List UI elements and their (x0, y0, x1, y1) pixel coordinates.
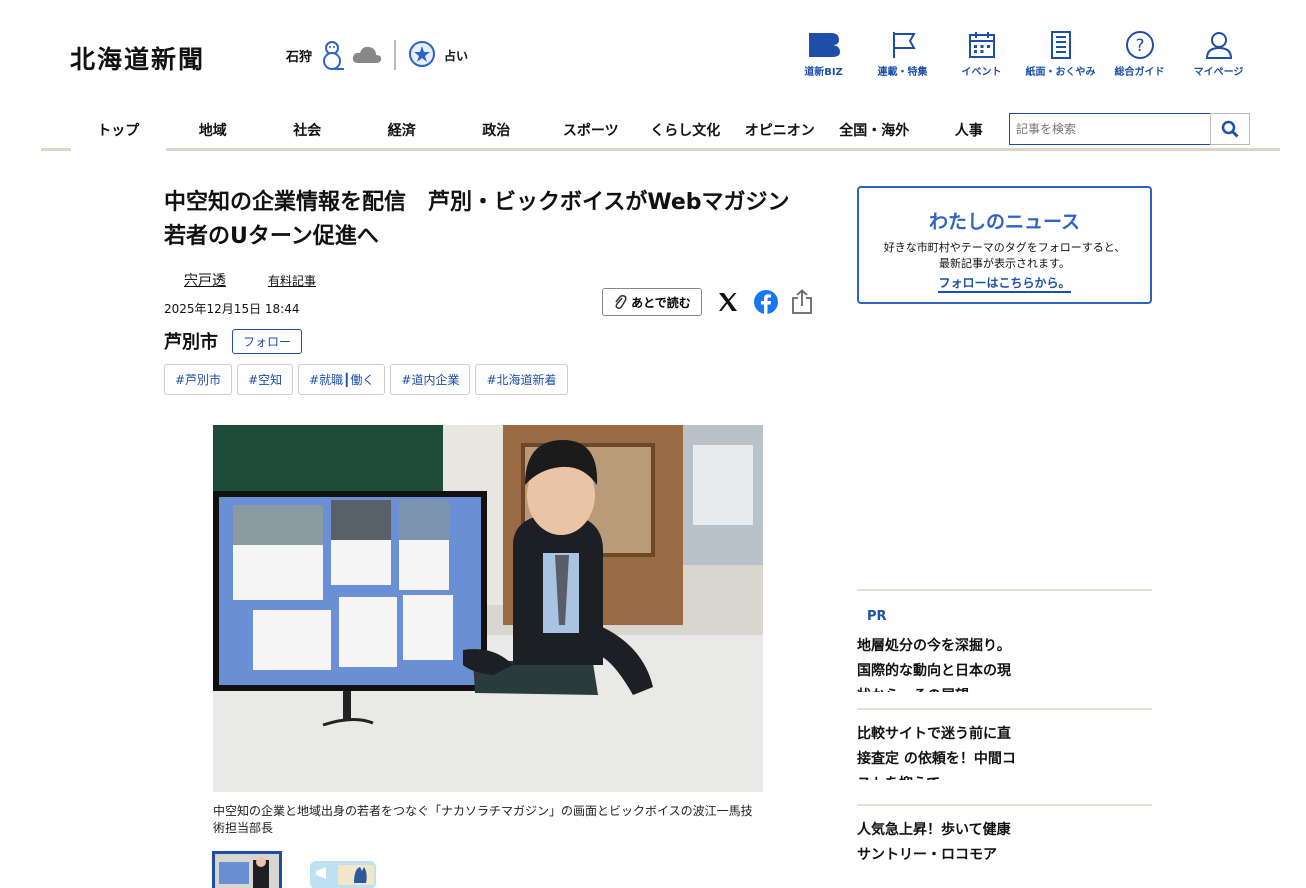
main-nav: トップ 地域 社会 経済 政治 スポーツ くらし文化 オピニオン 全国・海外 人… (41, 112, 1280, 151)
weather-city: 石狩 (286, 49, 313, 65)
shortcut-events[interactable]: イベント (942, 30, 1021, 78)
shortcut-features[interactable]: 連載・特集 (863, 30, 942, 78)
publish-date: 2025年12月15日 18:44 (164, 302, 300, 316)
paperclip-icon (615, 295, 627, 309)
weather-widget[interactable]: 石狩 占い (286, 40, 468, 70)
calendar-icon (968, 32, 995, 58)
shortcut-mypage[interactable]: マイページ (1179, 30, 1258, 78)
shortcut-guide[interactable]: ? 総合ガイド (1100, 30, 1179, 78)
nav-politics[interactable]: 政治 (449, 112, 544, 148)
search-button[interactable] (1210, 113, 1250, 145)
fortune-link[interactable]: 占い (444, 47, 468, 64)
nav-region[interactable]: 地域 (166, 112, 261, 148)
share-x-button[interactable] (715, 288, 741, 316)
location-name: 芦別市 (164, 332, 218, 353)
author-link[interactable]: 宍戸透 (184, 270, 226, 290)
facebook-icon (754, 290, 778, 314)
header-shortcuts: 道新BIZ 連載・特集 イベント 紙面・おくやみ ? 総合ガイド マイページ (784, 30, 1258, 78)
svg-text:?: ? (1135, 36, 1144, 56)
flag-icon (892, 32, 916, 58)
search-bar (1009, 113, 1250, 145)
tag-sorachi[interactable]: #空知 (237, 364, 294, 395)
nav-national[interactable]: 全国・海外 (827, 112, 922, 148)
thumbnail-2[interactable] (308, 851, 378, 888)
article-photo[interactable] (213, 425, 763, 792)
photo-thumbnails (212, 851, 378, 888)
nav-society[interactable]: 社会 (260, 112, 355, 148)
paid-article-link[interactable]: 有料記事 (268, 272, 316, 289)
article-title: 中空知の企業情報を配信 芦別・ビックボイスがWebマガジン 若者のUターン促進へ (164, 190, 812, 249)
my-news-follow-link[interactable]: フォローはこちらから。 (938, 274, 1071, 293)
my-news-title: わたしのニュース (928, 211, 1081, 233)
nav-sports[interactable]: スポーツ (544, 112, 639, 148)
nav-personnel[interactable]: 人事 (922, 112, 1017, 148)
share-icon (792, 289, 812, 314)
x-icon (719, 293, 737, 311)
newspaper-icon (1050, 31, 1071, 59)
pr-item[interactable]: 地層処分の今を深掘り。国際的な動向と日本の現状から、その展望 (857, 634, 1152, 710)
tag-list: #芦別市 #空知 #就職┃働く #道内企業 #北海道新着 (164, 364, 568, 395)
my-news-description: 好きな市町村やテーマのタグをフォローすると、 最新記事が表示されます。 (883, 241, 1126, 270)
pr-section: PR 地層処分の今を深掘り。国際的な動向と日本の現状から、その展望 比較サイトで… (857, 589, 1152, 888)
user-icon (1205, 32, 1232, 59)
read-later-button[interactable]: あとで読む (602, 288, 702, 316)
tag-jobs[interactable]: #就職┃働く (298, 364, 386, 395)
shortcut-dousin-biz[interactable]: 道新BIZ (784, 30, 863, 78)
dousin-biz-icon (808, 33, 840, 57)
pr-label: PR (867, 609, 887, 624)
thumbnail-1[interactable] (212, 851, 282, 888)
search-icon (1221, 120, 1239, 138)
share-facebook-button[interactable] (753, 288, 779, 316)
fortune-globe-icon[interactable] (408, 40, 436, 70)
my-news-panel: わたしのニュース 好きな市町村やテーマのタグをフォローすると、 最新記事が表示さ… (857, 186, 1152, 304)
tag-hokkaido-new[interactable]: #北海道新着 (475, 364, 568, 395)
nav-opinion[interactable]: オピニオン (733, 112, 828, 148)
divider (394, 40, 397, 70)
share-generic-button[interactable] (789, 288, 815, 316)
photo-caption: 中空知の企業と地域出身の若者をつなぐ「ナカソラチマガジン」の画面とビックボイスの… (213, 804, 753, 835)
follow-button[interactable]: フォロー (232, 328, 303, 354)
pr-item[interactable]: 比較サイトで迷う前に直接査定 の依頼を！中間コストを抑えて (857, 710, 1152, 806)
pr-item[interactable]: 人気急上昇！歩いて健康 サントリー・ロコモア (857, 806, 1152, 888)
nav-culture[interactable]: くらし文化 (638, 112, 733, 148)
snowman-icon (323, 41, 345, 70)
shortcut-paper[interactable]: 紙面・おくやみ (1021, 30, 1100, 78)
question-icon: ? (1125, 31, 1154, 59)
tag-ashibetsu[interactable]: #芦別市 (164, 364, 233, 395)
search-input[interactable] (1009, 113, 1210, 145)
tag-local-companies[interactable]: #道内企業 (390, 364, 471, 395)
site-logo[interactable]: 北海道新聞 (70, 40, 205, 76)
nav-top[interactable]: トップ (71, 112, 166, 151)
location-row: 芦別市 フォロー (164, 328, 303, 354)
cloud-icon (352, 46, 382, 63)
nav-economy[interactable]: 経済 (355, 112, 450, 148)
byline: 宍戸透 有料記事 (184, 270, 316, 290)
